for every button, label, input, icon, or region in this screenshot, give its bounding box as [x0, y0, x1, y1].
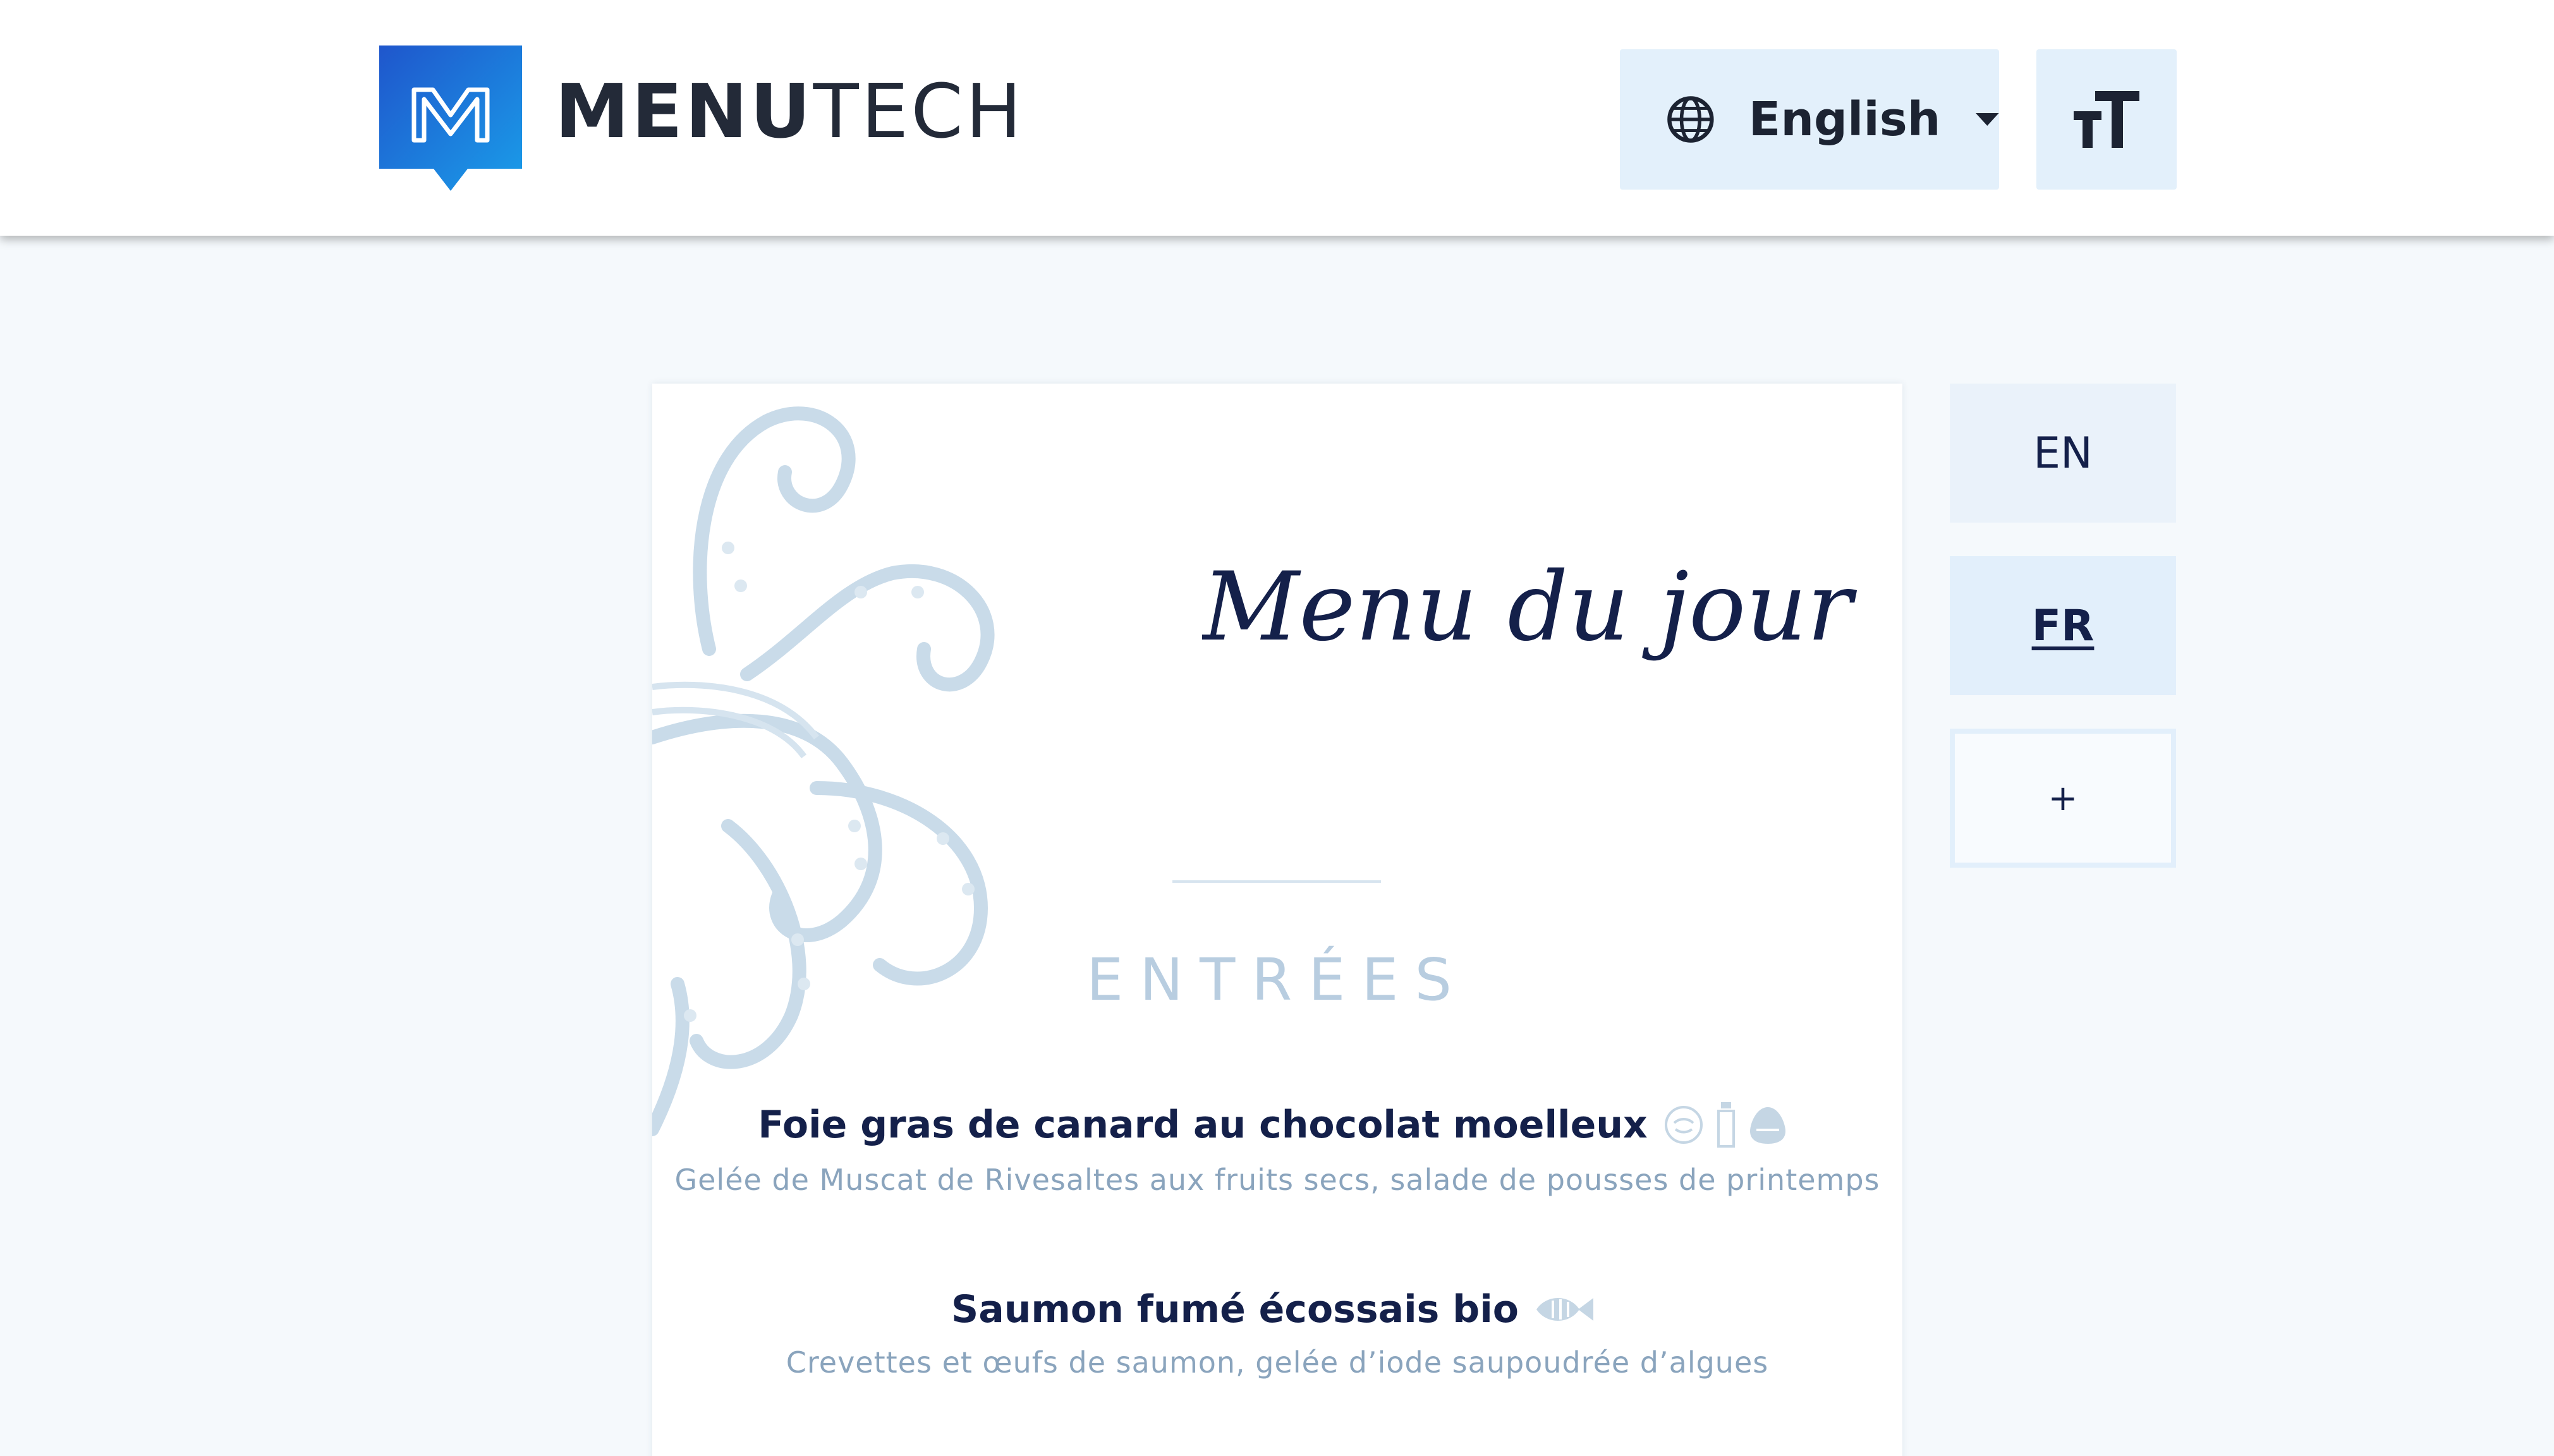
text-size-icon — [2074, 91, 2139, 148]
dish-item[interactable]: Saumon fumé écossais bio Crevettes et œu… — [652, 1287, 1902, 1380]
dish-item[interactable]: Foie gras de canard au chocolat moelleux — [652, 1101, 1902, 1197]
menutech-logo-icon — [379, 46, 522, 191]
globe-icon — [1667, 96, 1714, 143]
dish-description: Crevettes et œufs de saumon, gelée d’iod… — [786, 1345, 1769, 1380]
octopus-illustration — [652, 406, 995, 1136]
top-header: MENUTECH English — [0, 0, 2554, 236]
dish-description: Gelée de Muscat de Rivesaltes aux fruits… — [674, 1163, 1880, 1197]
menu-card: Menu du jour ENTRÉES Foie gras de canard… — [652, 384, 1902, 1456]
brand-name-light: TECH — [813, 67, 1025, 155]
language-tab-fr[interactable]: FR — [1950, 556, 2176, 695]
egg-icon — [1749, 1107, 1785, 1144]
nuts-icon — [1664, 1106, 1703, 1144]
section-title-entrees: ENTRÉES — [1086, 946, 1468, 1014]
allergen-icons — [1534, 1292, 1603, 1327]
brand-name-bold: MENU — [555, 67, 813, 155]
language-select-value: English — [1748, 92, 1941, 147]
menu-title-text: Menu du jour — [1202, 552, 1858, 662]
fish-icon — [1536, 1298, 1593, 1321]
dish-name: Foie gras de canard au chocolat moelleux — [758, 1103, 1648, 1147]
menu-title: Menu du jour — [1202, 552, 1858, 662]
app-root: MENUTECH English Menu du jour ENTRÉES Fo… — [0, 0, 2554, 1456]
milk-bottle-icon — [1717, 1102, 1735, 1148]
language-tab-en[interactable]: EN — [1950, 384, 2176, 523]
allergen-icons — [1663, 1101, 1797, 1149]
dish-name: Saumon fumé écossais bio — [951, 1287, 1519, 1332]
section-divider — [1172, 880, 1381, 883]
brand-logo[interactable]: MENUTECH — [379, 46, 1024, 194]
text-size-button[interactable] — [2036, 49, 2177, 190]
add-language-button[interactable]: + — [1950, 729, 2176, 868]
language-select[interactable]: English — [1620, 49, 1999, 190]
chevron-down-icon — [1976, 113, 1999, 126]
brand-name: MENUTECH — [555, 74, 1024, 149]
